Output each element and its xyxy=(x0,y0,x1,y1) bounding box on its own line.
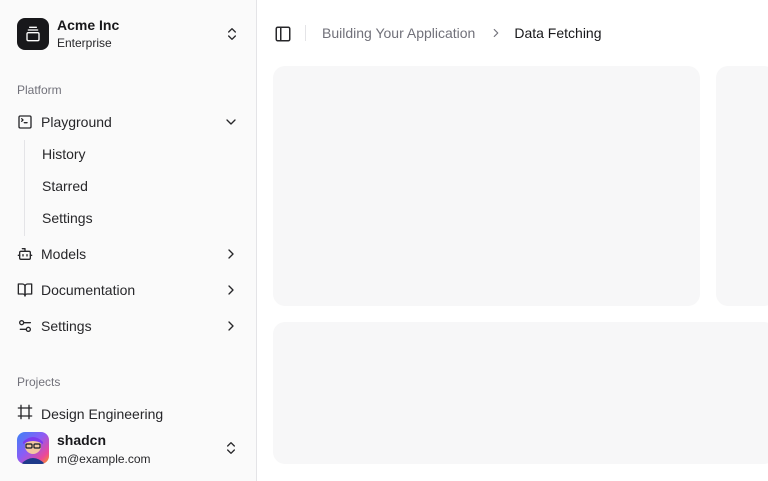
sidebar-subitem-settings[interactable]: Settings xyxy=(34,204,234,232)
chevron-right-icon xyxy=(228,285,234,295)
sidebar-subitem-history[interactable]: History xyxy=(34,140,234,168)
sidebar-item-playground[interactable]: Playground xyxy=(8,106,248,138)
terminal-icon xyxy=(18,115,32,129)
projects-group-label: Projects xyxy=(17,375,61,389)
bot-icon xyxy=(17,248,33,260)
team-switcher[interactable]: Acme Inc Enterprise xyxy=(8,10,248,58)
placeholder-card-2 xyxy=(716,66,768,306)
book-open-icon xyxy=(17,283,33,297)
team-plan: Enterprise xyxy=(57,36,112,51)
avatar xyxy=(17,432,49,464)
chevron-right-icon xyxy=(228,321,234,331)
team-logo xyxy=(17,18,49,50)
header-divider xyxy=(305,25,306,41)
user-name: shadcn xyxy=(57,432,107,448)
sidebar-subitem-starred[interactable]: Starred xyxy=(34,172,234,200)
submenu-guide-line xyxy=(24,140,25,236)
sidebar-item-label: Settings xyxy=(41,318,92,334)
sliders-icon xyxy=(18,320,31,332)
frame-icon xyxy=(17,404,33,420)
chevron-right-icon xyxy=(494,28,499,38)
app-root: Acme Inc Enterprise Platform Playground … xyxy=(0,0,768,481)
breadcrumb: Building Your Application Data Fetching xyxy=(322,25,602,41)
sidebar: Acme Inc Enterprise Platform Playground … xyxy=(0,0,257,481)
sidebar-item-models[interactable]: Models xyxy=(8,238,248,270)
sidebar-project-label: Design Engineering xyxy=(41,406,164,422)
gallery-vertical-end-icon xyxy=(26,26,40,42)
user-email: m@example.com xyxy=(57,451,151,466)
avatar-illustration xyxy=(21,437,45,464)
panel-left-icon[interactable] xyxy=(274,25,292,43)
sidebar-project-design-engineering[interactable]: Design Engineering xyxy=(8,400,248,422)
breadcrumb-current-page: Data Fetching xyxy=(514,25,602,41)
sidebar-item-documentation[interactable]: Documentation xyxy=(8,274,248,306)
chevrons-up-down-icon xyxy=(227,442,235,454)
sidebar-item-label: Playground xyxy=(41,114,112,130)
page-header: Building Your Application Data Fetching xyxy=(257,0,768,66)
placeholder-card-1 xyxy=(273,66,700,306)
sidebar-item-label: Documentation xyxy=(41,282,136,298)
user-menu[interactable]: shadcn m@example.com xyxy=(0,422,256,481)
sidebar-item-settings[interactable]: Settings xyxy=(8,310,248,342)
main-content: Building Your Application Data Fetching xyxy=(257,0,768,481)
chevrons-up-down-icon xyxy=(228,28,236,40)
placeholder-card-large xyxy=(273,322,768,464)
team-name: Acme Inc xyxy=(57,17,120,34)
platform-group-label: Platform xyxy=(17,83,62,97)
chevron-down-icon xyxy=(226,119,236,125)
sidebar-item-label: Models xyxy=(41,246,87,262)
breadcrumb-parent-link[interactable]: Building Your Application xyxy=(322,25,475,41)
chevron-right-icon xyxy=(228,249,234,259)
